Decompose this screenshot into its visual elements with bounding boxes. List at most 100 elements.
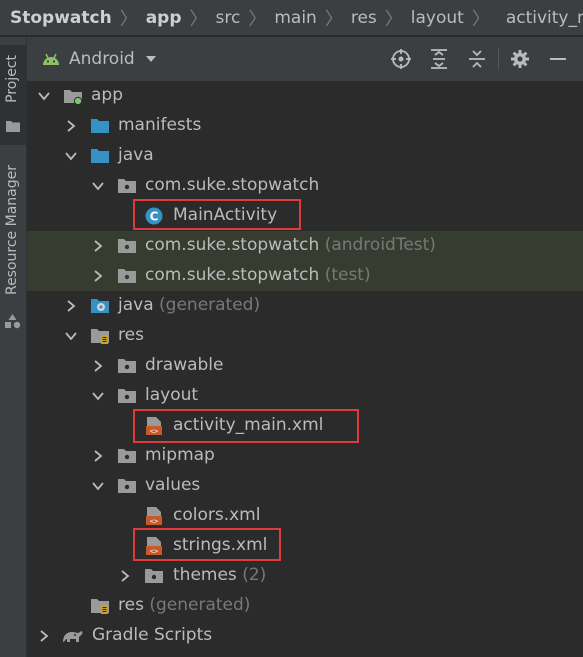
chevron-right-icon [40, 630, 49, 642]
chevron-right-icon: 〉 [324, 8, 343, 30]
res-folder-icon [91, 329, 109, 344]
svg-text:<>: <> [150, 517, 158, 525]
chevron-down-icon [92, 482, 104, 491]
tree-item-themes[interactable]: themes (2) [27, 561, 583, 591]
breadcrumb-item-res[interactable]: res [351, 8, 377, 28]
chevron-down-icon [92, 392, 104, 401]
generated-folder-icon [91, 299, 109, 313]
tree-item-label: themes [173, 565, 237, 585]
tree-item-app[interactable]: app [27, 81, 583, 111]
tree-item-java-generated[interactable]: java (generated) [27, 291, 583, 321]
breadcrumb-item-main[interactable]: main [274, 8, 316, 28]
collapse-all-icon[interactable] [466, 48, 488, 70]
chevron-down-icon [38, 92, 50, 101]
tool-window-strip: Project Resource Manager [0, 37, 27, 657]
project-tree: app manifests java com.suke.stopwatch C … [27, 81, 583, 651]
package-icon [118, 239, 136, 253]
xml-file-icon: <> [146, 507, 162, 525]
gradle-icon [63, 631, 83, 642]
tree-item-label: com.suke.stopwatch [145, 235, 320, 255]
folder-icon [91, 149, 109, 163]
project-toolwindow-header: Android [27, 37, 583, 81]
chevron-down-icon [145, 56, 156, 62]
package-icon [118, 269, 136, 283]
chevron-right-icon: 〉 [189, 8, 208, 30]
chevron-down-icon [65, 152, 77, 161]
package-icon [118, 179, 136, 193]
package-icon [118, 479, 136, 493]
chevron-right-icon: 〉 [384, 8, 403, 30]
gear-icon[interactable] [509, 48, 531, 70]
tree-item-suffix: (test) [324, 265, 371, 285]
tree-item-label: java [118, 295, 154, 315]
tree-item-label: manifests [118, 115, 202, 135]
chevron-right-icon: 〉 [471, 8, 490, 30]
chevron-right-icon [94, 360, 103, 372]
tree-item-drawable[interactable]: drawable [27, 351, 583, 381]
chevron-right-icon [94, 240, 103, 252]
tree-item-manifests[interactable]: manifests [27, 111, 583, 141]
breadcrumb: Stopwatch 〉 app 〉 src 〉 main 〉 res 〉 lay… [0, 0, 583, 36]
tree-item-values[interactable]: values [27, 471, 583, 501]
tree-item-package-test[interactable]: com.suke.stopwatch (test) [27, 261, 583, 291]
project-tool-tab[interactable]: Project [0, 45, 26, 145]
chevron-right-icon [67, 300, 76, 312]
tree-item-mipmap[interactable]: mipmap [27, 441, 583, 471]
package-icon [145, 569, 163, 583]
tree-item-label: com.suke.stopwatch [145, 265, 320, 285]
tree-item-label: com.suke.stopwatch [145, 175, 320, 195]
tree-item-java[interactable]: java [27, 141, 583, 171]
tree-item-label: app [91, 85, 123, 105]
callout-highlight-box [133, 528, 281, 561]
tree-item-label: colors.xml [173, 505, 261, 525]
minimize-icon[interactable] [547, 48, 569, 70]
tree-item-package-main[interactable]: com.suke.stopwatch [27, 171, 583, 201]
tree-item-res-generated[interactable]: res (generated) [27, 591, 583, 621]
tree-item-res[interactable]: res [27, 321, 583, 351]
tree-item-label: mipmap [145, 445, 215, 465]
breadcrumb-item-project[interactable]: Stopwatch [10, 8, 112, 28]
tree-item-layout[interactable]: layout [27, 381, 583, 411]
tree-item-suffix: (generated) [159, 295, 261, 315]
tree-item-label: res [118, 325, 144, 345]
tree-item-label: Gradle Scripts [92, 625, 213, 645]
tree-item-activity-main-xml[interactable]: <> activity_main.xml [27, 409, 583, 443]
resource-manager-tool-tab[interactable]: Resource Manager [0, 157, 26, 337]
locate-icon[interactable] [390, 48, 412, 70]
chevron-down-icon [65, 332, 77, 341]
chevron-right-icon: 〉 [248, 8, 267, 30]
res-folder-icon [91, 599, 109, 614]
tree-item-suffix: (generated) [149, 595, 251, 615]
tree-item-label: drawable [145, 355, 224, 375]
chevron-right-icon [94, 450, 103, 462]
chevron-right-icon [67, 120, 76, 132]
tree-item-label: res [118, 595, 144, 615]
breadcrumb-item-layout[interactable]: layout [411, 8, 464, 28]
package-icon [118, 449, 136, 463]
tree-item-mainactivity[interactable]: C MainActivity [27, 199, 583, 231]
shapes-icon [5, 314, 21, 329]
project-tab-label: Project [4, 55, 20, 103]
view-mode-label: Android [69, 49, 135, 69]
callout-highlight-box [133, 409, 359, 443]
chevron-right-icon [121, 570, 130, 582]
package-icon [118, 389, 136, 403]
android-icon [43, 53, 59, 65]
tree-item-suffix: (2) [242, 565, 267, 585]
breadcrumb-item-src[interactable]: src [216, 8, 241, 28]
chevron-right-icon [94, 270, 103, 282]
breadcrumb-item-file[interactable]: activity_main.x [506, 8, 583, 28]
expand-all-icon[interactable] [428, 48, 450, 70]
tree-item-gradle-scripts[interactable]: Gradle Scripts [27, 621, 583, 651]
tree-item-colors-xml[interactable]: <> colors.xml [27, 501, 583, 531]
chevron-down-icon [92, 182, 104, 191]
chevron-right-icon: 〉 [119, 8, 138, 30]
tree-item-strings-xml[interactable]: <> strings.xml [27, 528, 583, 561]
view-mode-dropdown[interactable]: Android [41, 49, 157, 69]
folder-icon [6, 121, 20, 132]
tree-item-label: values [145, 475, 201, 495]
resource-manager-tab-label: Resource Manager [4, 165, 20, 296]
module-folder-icon [64, 90, 83, 105]
tree-item-package-androidtest[interactable]: com.suke.stopwatch (androidTest) [27, 231, 583, 261]
breadcrumb-item-module[interactable]: app [146, 8, 182, 28]
